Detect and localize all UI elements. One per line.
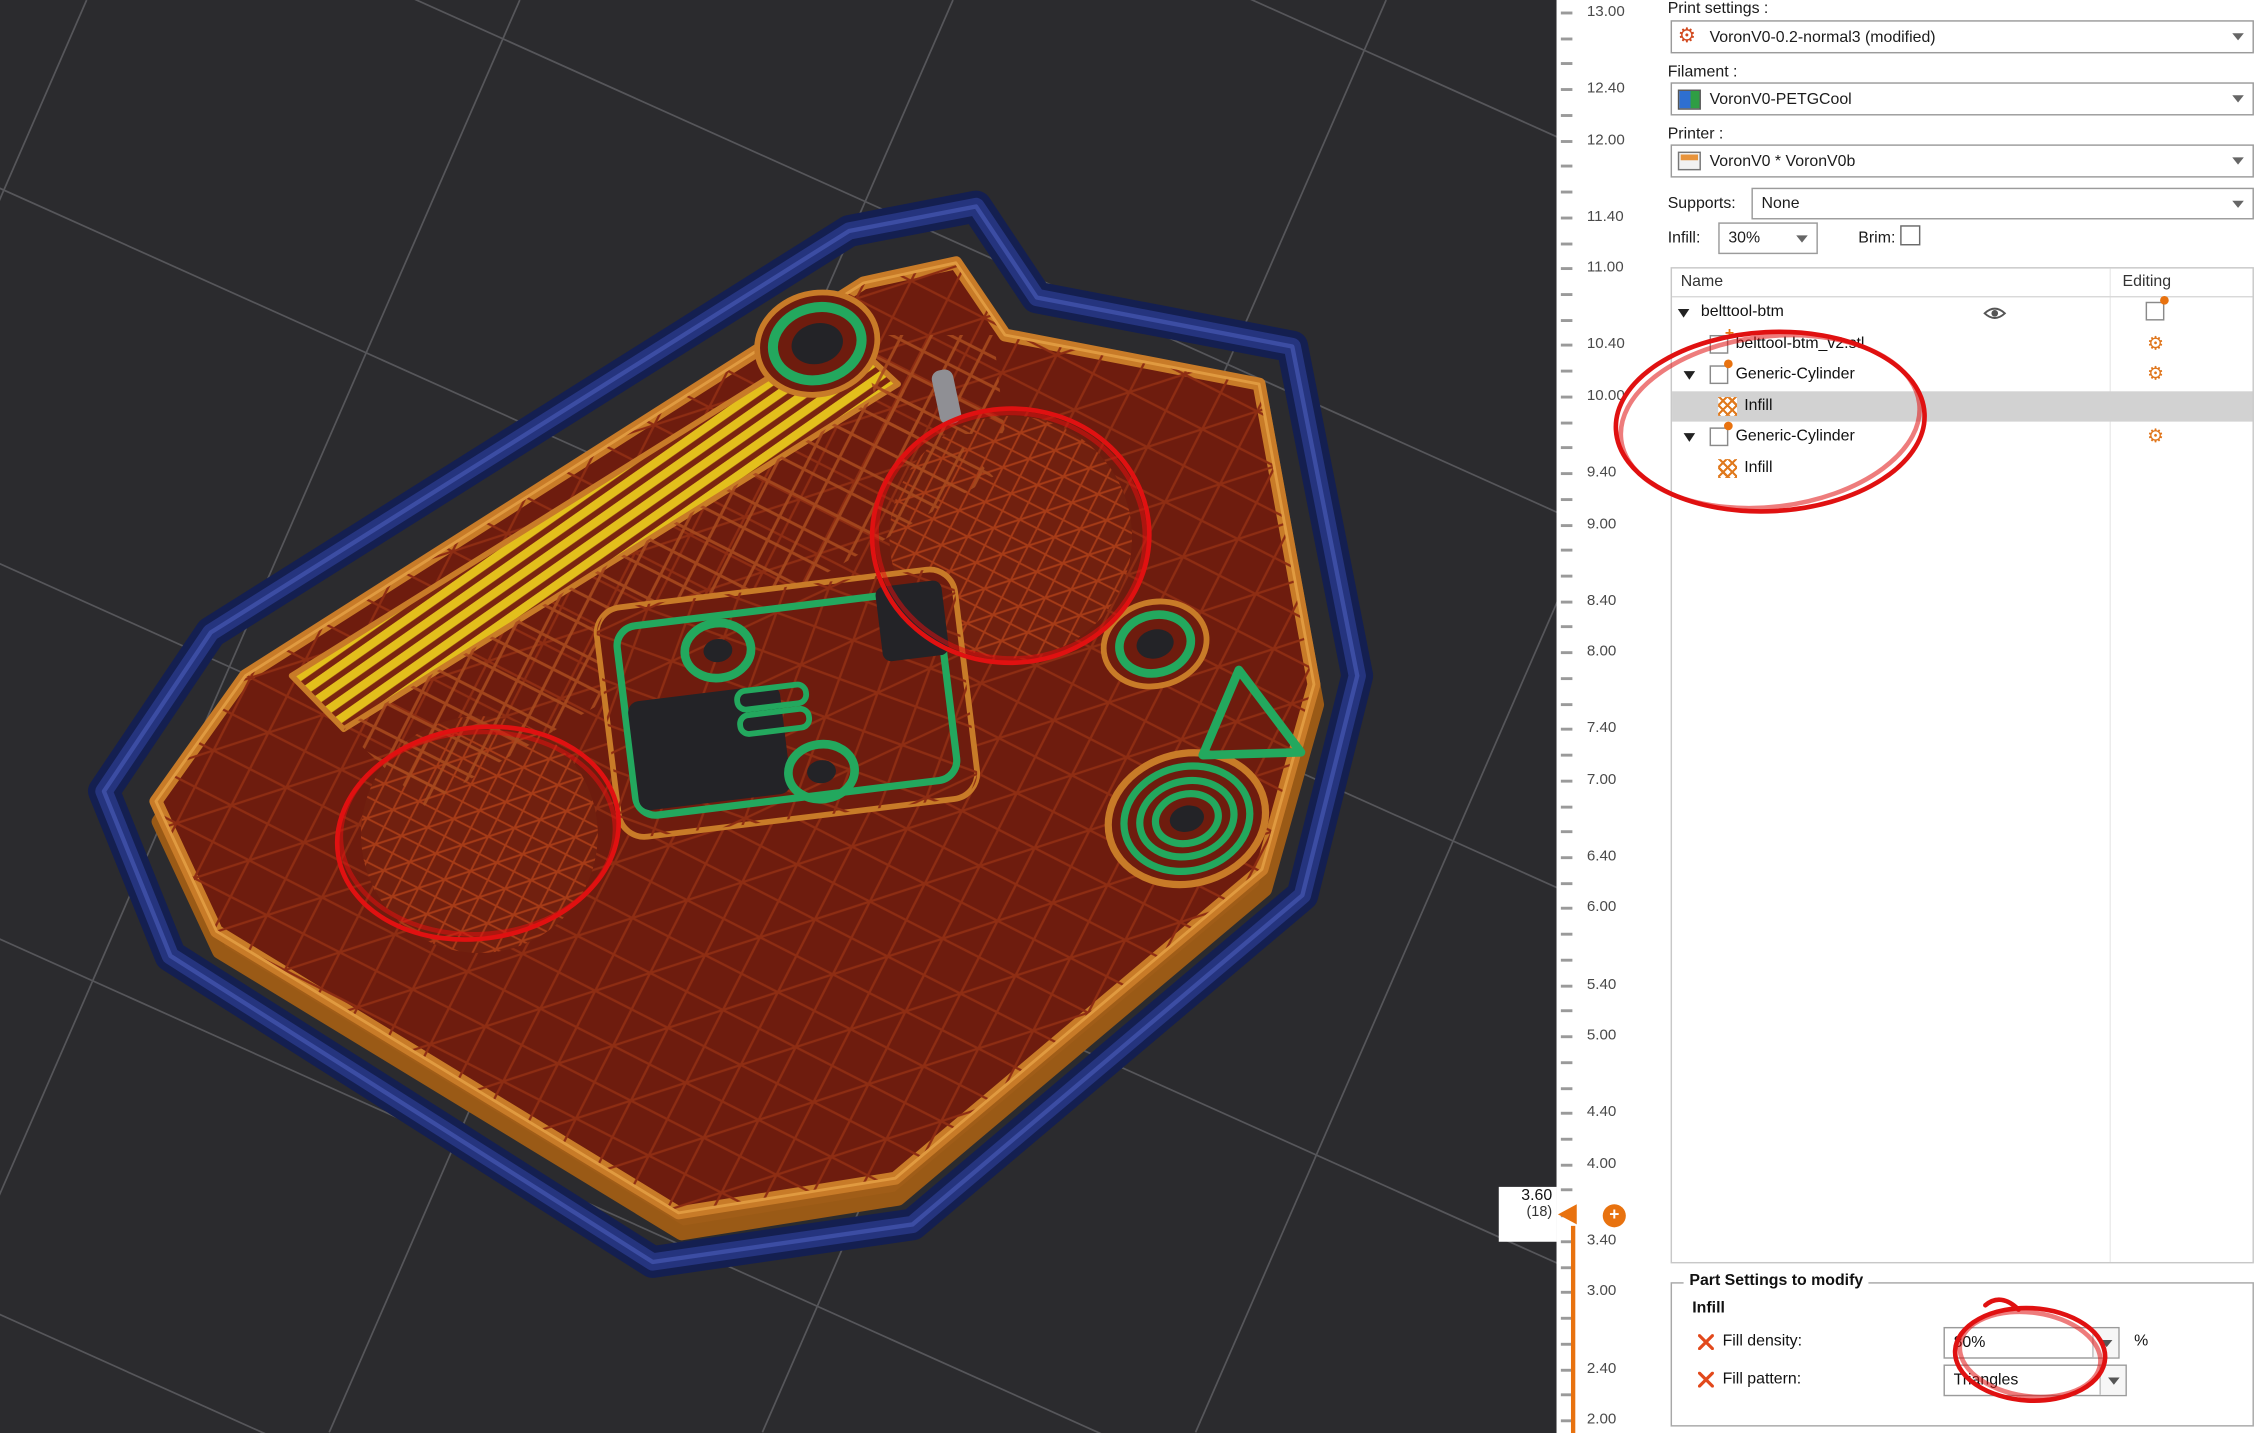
tree-row-label: Generic-Cylinder	[1736, 427, 1855, 444]
layer-slider-track	[1571, 1226, 1575, 1433]
infill-icon	[1718, 458, 1737, 477]
add-color-change-button[interactable]: +	[1603, 1204, 1626, 1227]
fill-density-row: Fill density: 80% %	[1672, 1327, 2252, 1359]
filament-value: VoronV0-PETGCool	[1701, 90, 2232, 107]
chevron-down-icon	[1796, 235, 1808, 242]
brim-checkbox[interactable]	[1900, 225, 1920, 245]
remove-setting-icon[interactable]	[1698, 1372, 1714, 1388]
tree-row-stl[interactable]: + belttool-btm_v2.stl ⚙	[1672, 328, 2252, 359]
right-panel: Print settings : ⚙ VoronV0-0.2-normal3 (…	[1668, 0, 2264, 1433]
column-name: Name	[1681, 273, 1723, 290]
gear-icon: ⚙	[1678, 26, 1701, 48]
layer-slider-handle[interactable]	[1558, 1204, 1577, 1224]
tree-row-label: belttool-btm	[1701, 303, 1784, 320]
supports-label: Supports:	[1668, 195, 1736, 212]
layer-height-value: 3.60	[1499, 1187, 1552, 1204]
center-pocket	[594, 567, 980, 840]
stl-part-icon: +	[1710, 334, 1729, 353]
supports-value: None	[1759, 195, 2233, 212]
fill-pattern-label: Fill pattern:	[1723, 1370, 1802, 1387]
tree-row-label: Infill	[1744, 458, 1772, 475]
modifier-icon	[1710, 427, 1729, 446]
tree-row-label: Generic-Cylinder	[1736, 365, 1855, 382]
caret-down-icon[interactable]	[1684, 433, 1696, 442]
filament-color-swatch	[1678, 89, 1701, 109]
infill-section-title: Infill	[1692, 1300, 1725, 1317]
tree-row-infill-1[interactable]: Infill	[1672, 391, 2252, 422]
infill-value: 30%	[1725, 230, 1796, 247]
tree-row-cylinder-2[interactable]: Generic-Cylinder ⚙	[1672, 422, 2252, 453]
printer-value: VoronV0 * VoronV0b	[1701, 152, 2232, 169]
gear-icon[interactable]: ⚙	[2147, 426, 2164, 448]
modifier-badge-icon[interactable]	[2146, 302, 2165, 321]
fill-density-value: 80%	[1945, 1328, 2092, 1357]
print-settings-label: Print settings :	[1668, 0, 1769, 17]
chevron-down-icon[interactable]	[2099, 1366, 2125, 1395]
layer-slider[interactable]: 13.0012.4012.0011.4011.0010.4010.009.409…	[1557, 0, 1673, 1433]
fill-pattern-row: Fill pattern: Triangles	[1672, 1364, 2252, 1396]
remove-setting-icon[interactable]	[1698, 1334, 1714, 1350]
tree-row-infill-2[interactable]: Infill	[1672, 453, 2252, 484]
percent-suffix: %	[2134, 1333, 2148, 1350]
gear-icon[interactable]: ⚙	[2147, 333, 2164, 355]
eye-icon[interactable]	[1982, 305, 2007, 322]
chevron-down-icon[interactable]	[2092, 1328, 2118, 1357]
layer-value-tooltip: 3.60 (18)	[1499, 1187, 1557, 1242]
part-settings-group-title: Part Settings to modify	[1684, 1272, 1869, 1289]
tree-row-cylinder-1[interactable]: Generic-Cylinder ⚙	[1672, 360, 2252, 391]
filament-label: Filament :	[1668, 64, 1738, 81]
chevron-down-icon	[2232, 157, 2244, 164]
app-window: 3.60 (18) 13.0012.4012.0011.4011.0010.40…	[0, 0, 2264, 1433]
filament-select[interactable]: VoronV0-PETGCool	[1671, 82, 2254, 115]
fill-density-select[interactable]: 80%	[1943, 1327, 2119, 1359]
chevron-down-icon	[2232, 200, 2244, 207]
object-tree-header: Name Editing	[1672, 269, 2252, 298]
chevron-down-icon	[2232, 33, 2244, 40]
gear-icon[interactable]: ⚙	[2147, 364, 2164, 386]
chevron-down-icon	[2232, 95, 2244, 102]
fill-pattern-value: Triangles	[1945, 1366, 2099, 1395]
print-settings-value: VoronV0-0.2-normal3 (modified)	[1701, 28, 2232, 45]
object-tree: Name Editing belttool-btm + belttool-btm…	[1671, 267, 2254, 1263]
viewport-3d[interactable]	[0, 0, 1559, 1433]
tree-row-label: belttool-btm_v2.stl	[1736, 334, 1865, 351]
layer-number-value: (18)	[1499, 1204, 1552, 1220]
lattice-tab	[861, 335, 1005, 436]
infill-select[interactable]: 30%	[1718, 222, 1818, 254]
modifier-icon	[1710, 365, 1729, 384]
fill-density-label: Fill density:	[1723, 1333, 1802, 1350]
caret-down-icon[interactable]	[1678, 309, 1690, 318]
printer-icon	[1678, 152, 1701, 171]
brim-label: Brim:	[1858, 230, 1895, 247]
supports-select[interactable]: None	[1751, 188, 2253, 220]
print-settings-select[interactable]: ⚙ VoronV0-0.2-normal3 (modified)	[1671, 20, 2254, 53]
part-settings-group: Part Settings to modify Infill Fill dens…	[1671, 1282, 2254, 1426]
infill-icon	[1718, 396, 1737, 415]
fill-pattern-select[interactable]: Triangles	[1943, 1364, 2126, 1396]
column-editing: Editing	[2123, 273, 2172, 290]
infill-label: Infill:	[1668, 230, 1701, 247]
caret-down-icon[interactable]	[1684, 371, 1696, 380]
printer-label: Printer :	[1668, 126, 1724, 143]
printer-select[interactable]: VoronV0 * VoronV0b	[1671, 144, 2254, 177]
tree-row-object[interactable]: belttool-btm	[1672, 297, 2252, 328]
tree-row-label: Infill	[1744, 396, 1772, 413]
